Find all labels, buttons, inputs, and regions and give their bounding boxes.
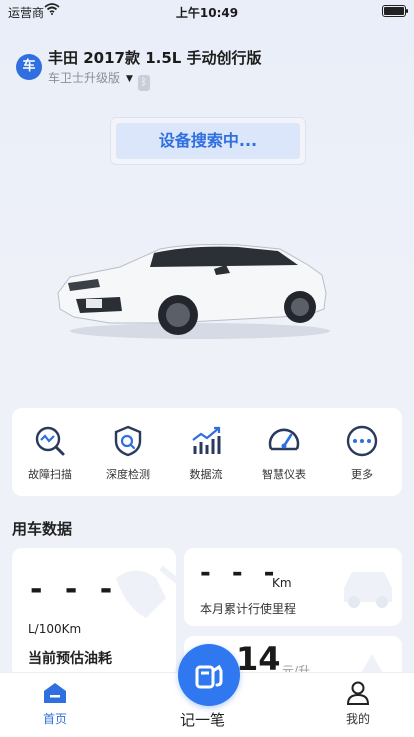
status-time: 上午10:49	[175, 6, 239, 20]
tab-mine[interactable]: 我的	[328, 681, 388, 727]
battery-icon	[382, 5, 408, 17]
mileage-label: 本月累计行使里程	[200, 602, 297, 616]
deep-check-icon	[114, 425, 142, 457]
fault-scan-icon	[35, 426, 65, 456]
device-selector[interactable]: 车卫士升级版 ▼ ᛒ	[48, 69, 150, 91]
fuel-label: 当前预估油耗	[28, 651, 112, 667]
tool-fault-scan[interactable]: 故障扫描	[20, 424, 80, 488]
fuel-unit: L/100Km	[28, 622, 82, 636]
fuel-nozzle-icon	[195, 664, 223, 689]
tool-label: 数据流	[189, 468, 223, 481]
data-stream-icon	[192, 426, 221, 454]
tab-home-label: 首页	[42, 712, 67, 726]
user-icon	[346, 681, 370, 705]
record-fuel-button[interactable]	[178, 644, 240, 706]
vehicle-title: 丰田 2017款 1.5L 手动创行版	[48, 49, 262, 67]
device-search-button[interactable]: 设备搜索中...	[110, 117, 306, 165]
tab-home[interactable]: 首页	[25, 681, 85, 727]
gauge-icon	[268, 428, 300, 451]
tool-label: 更多	[351, 468, 373, 481]
tool-data-stream[interactable]: 数据流	[176, 424, 236, 488]
car-icon	[344, 572, 392, 608]
status-bar: 运营商 上午10:49	[0, 0, 414, 22]
vehicle-brand-icon: 车	[16, 54, 42, 80]
tools-card: 故障扫描 深度检测 数据流 智慧仪表 更多	[12, 408, 402, 496]
device-name: 车卫士升级版	[48, 71, 121, 85]
tab-record-label[interactable]: 记一笔	[180, 709, 225, 730]
tool-label: 深度检测	[106, 468, 150, 481]
tool-smart-gauge[interactable]: 智慧仪表	[254, 424, 314, 488]
device-search-label: 设备搜索中...	[116, 123, 300, 159]
tab-mine-label: 我的	[345, 712, 370, 726]
car-image	[57, 244, 330, 339]
tool-deep-check[interactable]: 深度检测	[98, 424, 158, 488]
more-icon	[346, 425, 378, 457]
home-icon	[44, 683, 66, 703]
caret-down-icon[interactable]: ▼	[126, 74, 133, 84]
bluetooth-icon: ᛒ	[137, 75, 150, 91]
mileage-value: - - -	[200, 558, 281, 588]
tool-label: 智慧仪表	[262, 468, 306, 481]
mileage-card[interactable]: - - - Km 本月累计行使里程	[184, 548, 402, 626]
fuel-value: - - -	[30, 572, 119, 607]
vehicle-header[interactable]: 车 丰田 2017款 1.5L 手动创行版 车卫士升级版 ▼ ᛒ	[14, 45, 394, 91]
mileage-unit: Km	[272, 576, 292, 590]
tool-label: 故障扫描	[28, 468, 72, 481]
tool-more[interactable]: 更多	[332, 424, 392, 488]
section-title-usage: 用车数据	[12, 520, 73, 538]
fuel-consumption-card[interactable]: - - - L/100Km 当前预估油耗	[12, 548, 176, 678]
